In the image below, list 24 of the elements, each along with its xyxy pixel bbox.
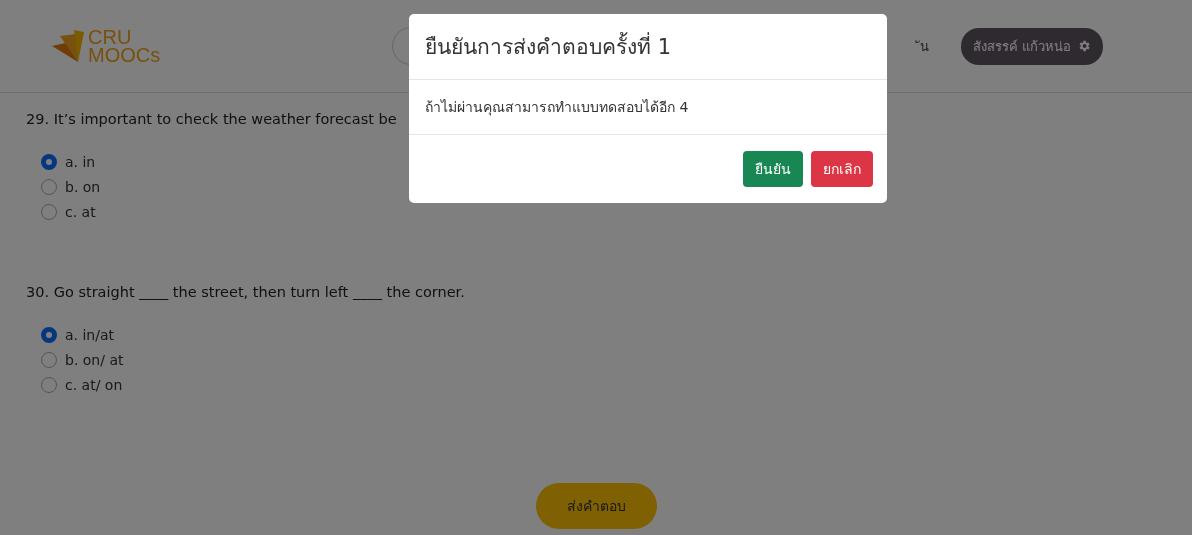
submit-button[interactable]: ส่งคำตอบ (535, 483, 657, 529)
answer-option[interactable]: c. at (41, 199, 96, 224)
dialog-message: ถ้าไม่ผ่านคุณสามารถทำแบบทดสอบได้อีก 4 (425, 98, 690, 118)
radio-button[interactable] (41, 376, 57, 393)
radio-button[interactable] (41, 326, 57, 343)
gear-icon (1077, 39, 1092, 53)
fan-leaves-icon (50, 28, 86, 64)
radio-button[interactable] (41, 351, 57, 368)
answer-option[interactable]: c. at/ on (41, 372, 123, 397)
user-menu-button[interactable]: สังสรรค์ แก้วหน่อ (961, 27, 1104, 65)
nav-link[interactable]: ัน (914, 32, 932, 60)
radio-button[interactable] (41, 178, 57, 195)
answer-option[interactable]: b. on (41, 174, 101, 199)
radio-button[interactable] (41, 153, 57, 170)
radio-button[interactable] (41, 203, 57, 220)
confirm-button[interactable]: ยืนยัน (743, 151, 803, 187)
answer-option[interactable]: b. on/ at (41, 347, 124, 372)
question-text: 29. It’s important to check the weather forecast be (26, 111, 398, 127)
logo-text: CRU MOOCs (88, 28, 161, 64)
dialog-title: ยืนยันการส่งคำตอบครั้งที่ 1 (425, 30, 871, 63)
answer-option[interactable]: a. in/at (41, 322, 115, 347)
answer-option[interactable]: a. in (41, 149, 96, 174)
question-text: 30. Go straight ____ the street, then turn left ____ the corner. (26, 284, 466, 300)
cancel-button[interactable]: ยกเลิก (811, 151, 873, 187)
